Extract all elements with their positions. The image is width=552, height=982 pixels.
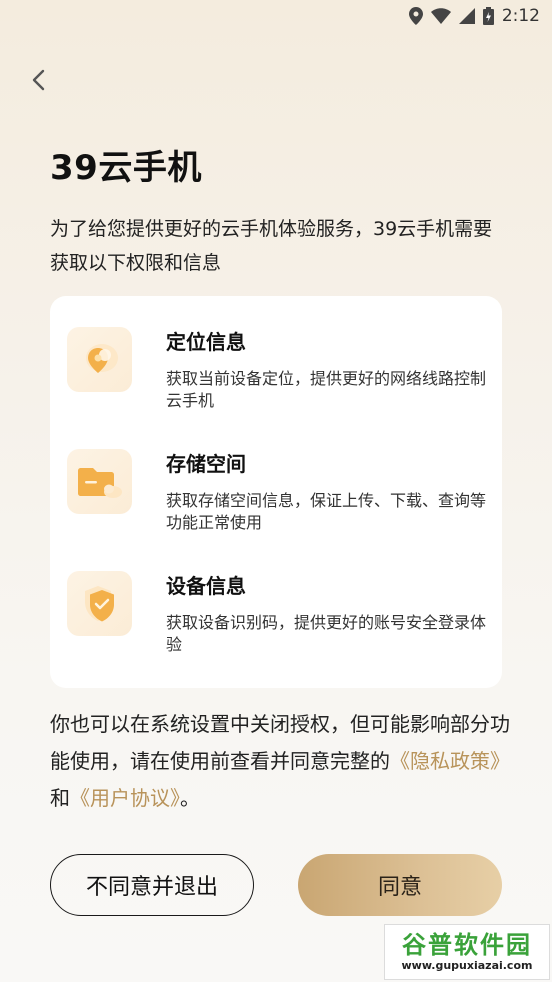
user-agreement-link[interactable]: 《用户协议》 bbox=[70, 786, 180, 810]
permission-item-storage: 存储空间 获取存储空间信息，保证上传、下载、查询等功能正常使用 bbox=[50, 418, 502, 532]
agree-button[interactable]: 同意 bbox=[298, 854, 502, 916]
permission-desc: 获取当前设备定位，提供更好的网络线路控制云手机 bbox=[166, 369, 487, 410]
consent-notice: 你也可以在系统设置中关闭授权，但可能影响部分功能使用，请在使用前查看并同意完整的… bbox=[50, 706, 510, 817]
chevron-left-icon bbox=[32, 69, 45, 91]
location-icon bbox=[67, 327, 132, 392]
signal-icon bbox=[458, 8, 475, 24]
folder-icon bbox=[67, 449, 132, 514]
notice-conjunction: 和 bbox=[50, 786, 70, 810]
permission-desc: 获取存储空间信息，保证上传、下载、查询等功能正常使用 bbox=[166, 491, 487, 532]
permission-title: 定位信息 bbox=[166, 330, 246, 354]
location-pin-icon bbox=[408, 7, 423, 25]
permission-item-device: 设备信息 获取设备识别码，提供更好的账号安全登录体验 bbox=[50, 540, 502, 654]
watermark-title: 谷普软件园 bbox=[402, 931, 532, 959]
permission-item-location: 定位信息 获取当前设备定位，提供更好的网络线路控制云手机 bbox=[50, 296, 502, 410]
wifi-icon bbox=[430, 8, 451, 24]
intro-text: 为了给您提供更好的云手机体验服务，39云手机需要获取以下权限和信息 bbox=[50, 218, 493, 274]
battery-icon bbox=[482, 7, 494, 25]
watermark-url: www.gupuxiazai.com bbox=[401, 959, 533, 972]
back-button[interactable] bbox=[22, 62, 54, 98]
permission-title: 存储空间 bbox=[166, 452, 246, 476]
permissions-card: 定位信息 获取当前设备定位，提供更好的网络线路控制云手机 存储空间 获取存储空间… bbox=[50, 296, 502, 688]
shield-icon bbox=[67, 571, 132, 636]
page-title: 39云手机 bbox=[50, 148, 202, 188]
permission-desc: 获取设备识别码，提供更好的账号安全登录体验 bbox=[166, 613, 487, 654]
watermark-logo: 谷普软件园 www.gupuxiazai.com bbox=[384, 924, 550, 980]
notice-end: 。 bbox=[180, 786, 200, 810]
status-time: 2:12 bbox=[501, 6, 540, 26]
privacy-policy-link[interactable]: 《隐私政策》 bbox=[390, 749, 510, 773]
permission-title: 设备信息 bbox=[166, 574, 246, 598]
status-bar: 2:12 bbox=[0, 0, 552, 32]
disagree-exit-button[interactable]: 不同意并退出 bbox=[50, 854, 254, 916]
